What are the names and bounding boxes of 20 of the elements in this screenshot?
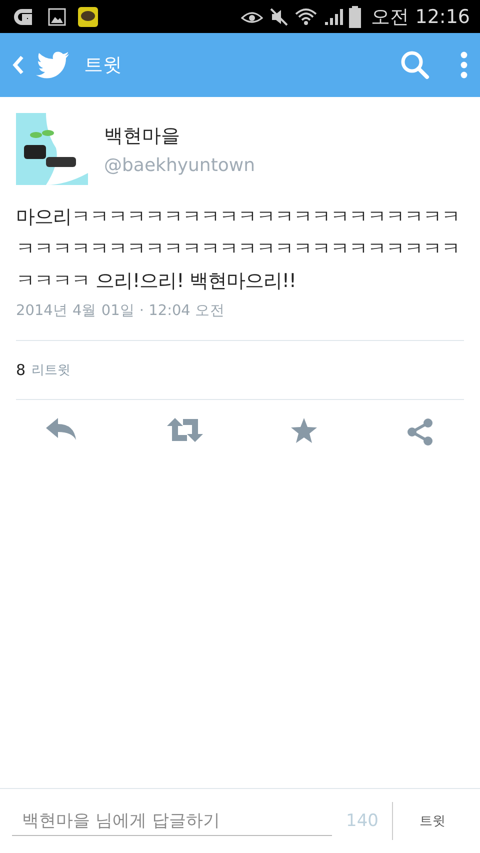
- signal-icon: [323, 6, 344, 26]
- status-time: 오전 12:16: [371, 4, 470, 30]
- retweet-label: 리트윗: [32, 362, 71, 379]
- character-counter: 140: [346, 811, 378, 831]
- wifi-icon: [295, 6, 318, 26]
- tweet-button[interactable]: 트윗: [413, 806, 452, 836]
- chat-app-icon: [78, 6, 98, 26]
- retweet-count: 8: [16, 361, 26, 379]
- gallery-icon: [48, 8, 66, 26]
- tweet-timestamp: 2014년 4월 01일 · 12:04 오전: [16, 302, 226, 320]
- screen-title: 트윗: [84, 53, 122, 78]
- mute-icon: [269, 6, 290, 26]
- eye-icon: [241, 10, 264, 24]
- search-button[interactable]: [400, 50, 430, 80]
- bird-logo-icon: [36, 51, 70, 79]
- overflow-menu-button[interactable]: [460, 51, 468, 79]
- user-handle: @baekhyuntown: [104, 155, 256, 176]
- display-name: 백현마을: [104, 124, 181, 149]
- tweet-text: 마으리ㅋㅋㅋㅋㅋㅋㅋㅋㅋㅋㅋㅋㅋㅋㅋㅋㅋㅋㅋㅋㅋㅋㅋㅋㅋㅋㅋㅋㅋㅋㅋㅋㅋㅋㅋㅋㅋㅋㅋㅋㅋㅋㅋㅋㅋㅋㅋㅋㅋ 으리!으리! 백현마으리!!: [16, 205, 461, 294]
- battery-icon: [349, 6, 362, 28]
